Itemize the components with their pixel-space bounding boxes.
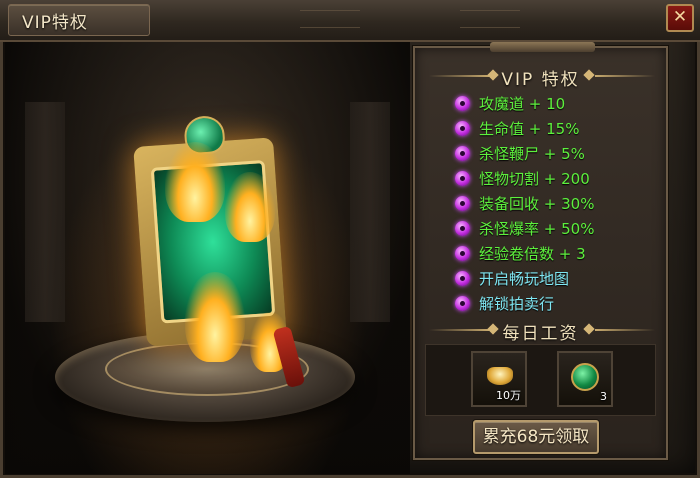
perk-item: 解锁拍卖行 [455,292,660,316]
perk-item: 经验卷倍数 + 3 [455,242,660,266]
purple-gem-icon [455,196,470,211]
purple-gem-icon [455,146,470,161]
purple-gem-icon [455,296,470,311]
title-ornament [460,10,520,28]
perk-item: 杀怪鞭尸 + 5% [455,142,660,166]
claim-button[interactable]: 累充68元领取 [473,420,599,454]
purple-gem-icon [455,171,470,186]
perk-item: 攻魔道 + 10 [455,92,660,116]
perk-text: 经验卷倍数 + 3 [479,245,586,263]
flame-effect [165,142,225,222]
perk-text: 怪物切割 + 200 [479,170,590,188]
perk-text: 杀怪爆率 + 50% [479,220,595,238]
title-ornament [300,10,360,28]
heading-divider [429,75,489,77]
gold-ingot-icon [487,367,513,385]
background-pillar [350,102,390,322]
perk-text: 装备回收 + 30% [479,195,595,213]
perk-item: 怪物切割 + 200 [455,167,660,191]
jade-pendant-icon [571,363,599,391]
diamond-icon [487,323,499,335]
purple-gem-icon [455,246,470,261]
heading-divider [595,329,655,331]
perk-item: 开启畅玩地图 [455,267,660,291]
daily-reward-area: 10万 3 [425,344,656,416]
perk-item: 生命值 + 15% [455,117,660,141]
close-icon: ✕ [672,7,688,27]
heading-divider [429,329,489,331]
reward-slot-gold[interactable]: 10万 [471,351,527,407]
heading-divider [595,75,655,77]
reward-count: 3 [600,390,607,403]
vip-token-showcase [5,42,410,474]
daily-wage-heading-text: 每日工资 [502,324,579,344]
close-button[interactable]: ✕ [666,4,694,32]
perk-item: 杀怪爆率 + 50% [455,217,660,241]
diamond-icon [583,323,595,335]
daily-wage-heading: 每日工资 [415,318,666,344]
background-pillar [25,102,65,322]
perk-text: 杀怪鞭尸 + 5% [479,145,585,163]
diamond-icon [487,69,499,81]
perk-item: 装备回收 + 30% [455,192,660,216]
perk-text: 生命值 + 15% [479,120,580,138]
flame-effect [185,272,245,362]
panel-ornament [490,42,595,52]
vip-heading-text: VIP 特权 [501,70,580,90]
purple-gem-icon [455,221,470,236]
reward-count: 10万 [496,389,521,402]
purple-gem-icon [455,271,470,286]
diamond-icon [583,69,595,81]
perk-text: 解锁拍卖行 [479,295,555,313]
reward-slot-jade[interactable]: 3 [557,351,613,407]
window-title: VIP特权 [22,13,88,33]
purple-gem-icon [455,96,470,111]
perk-text: 开启畅玩地图 [479,270,570,288]
flame-effect [225,172,275,242]
title-bar: VIP特权 ✕ [0,0,700,42]
perk-text: 攻魔道 + 10 [479,95,566,113]
vip-privilege-panel: VIP 特权 攻魔道 + 10 生命值 + 15% 杀怪鞭尸 + 5% 怪物切割… [413,42,668,460]
vip-heading: VIP 特权 [415,64,666,90]
purple-gem-icon [455,121,470,136]
